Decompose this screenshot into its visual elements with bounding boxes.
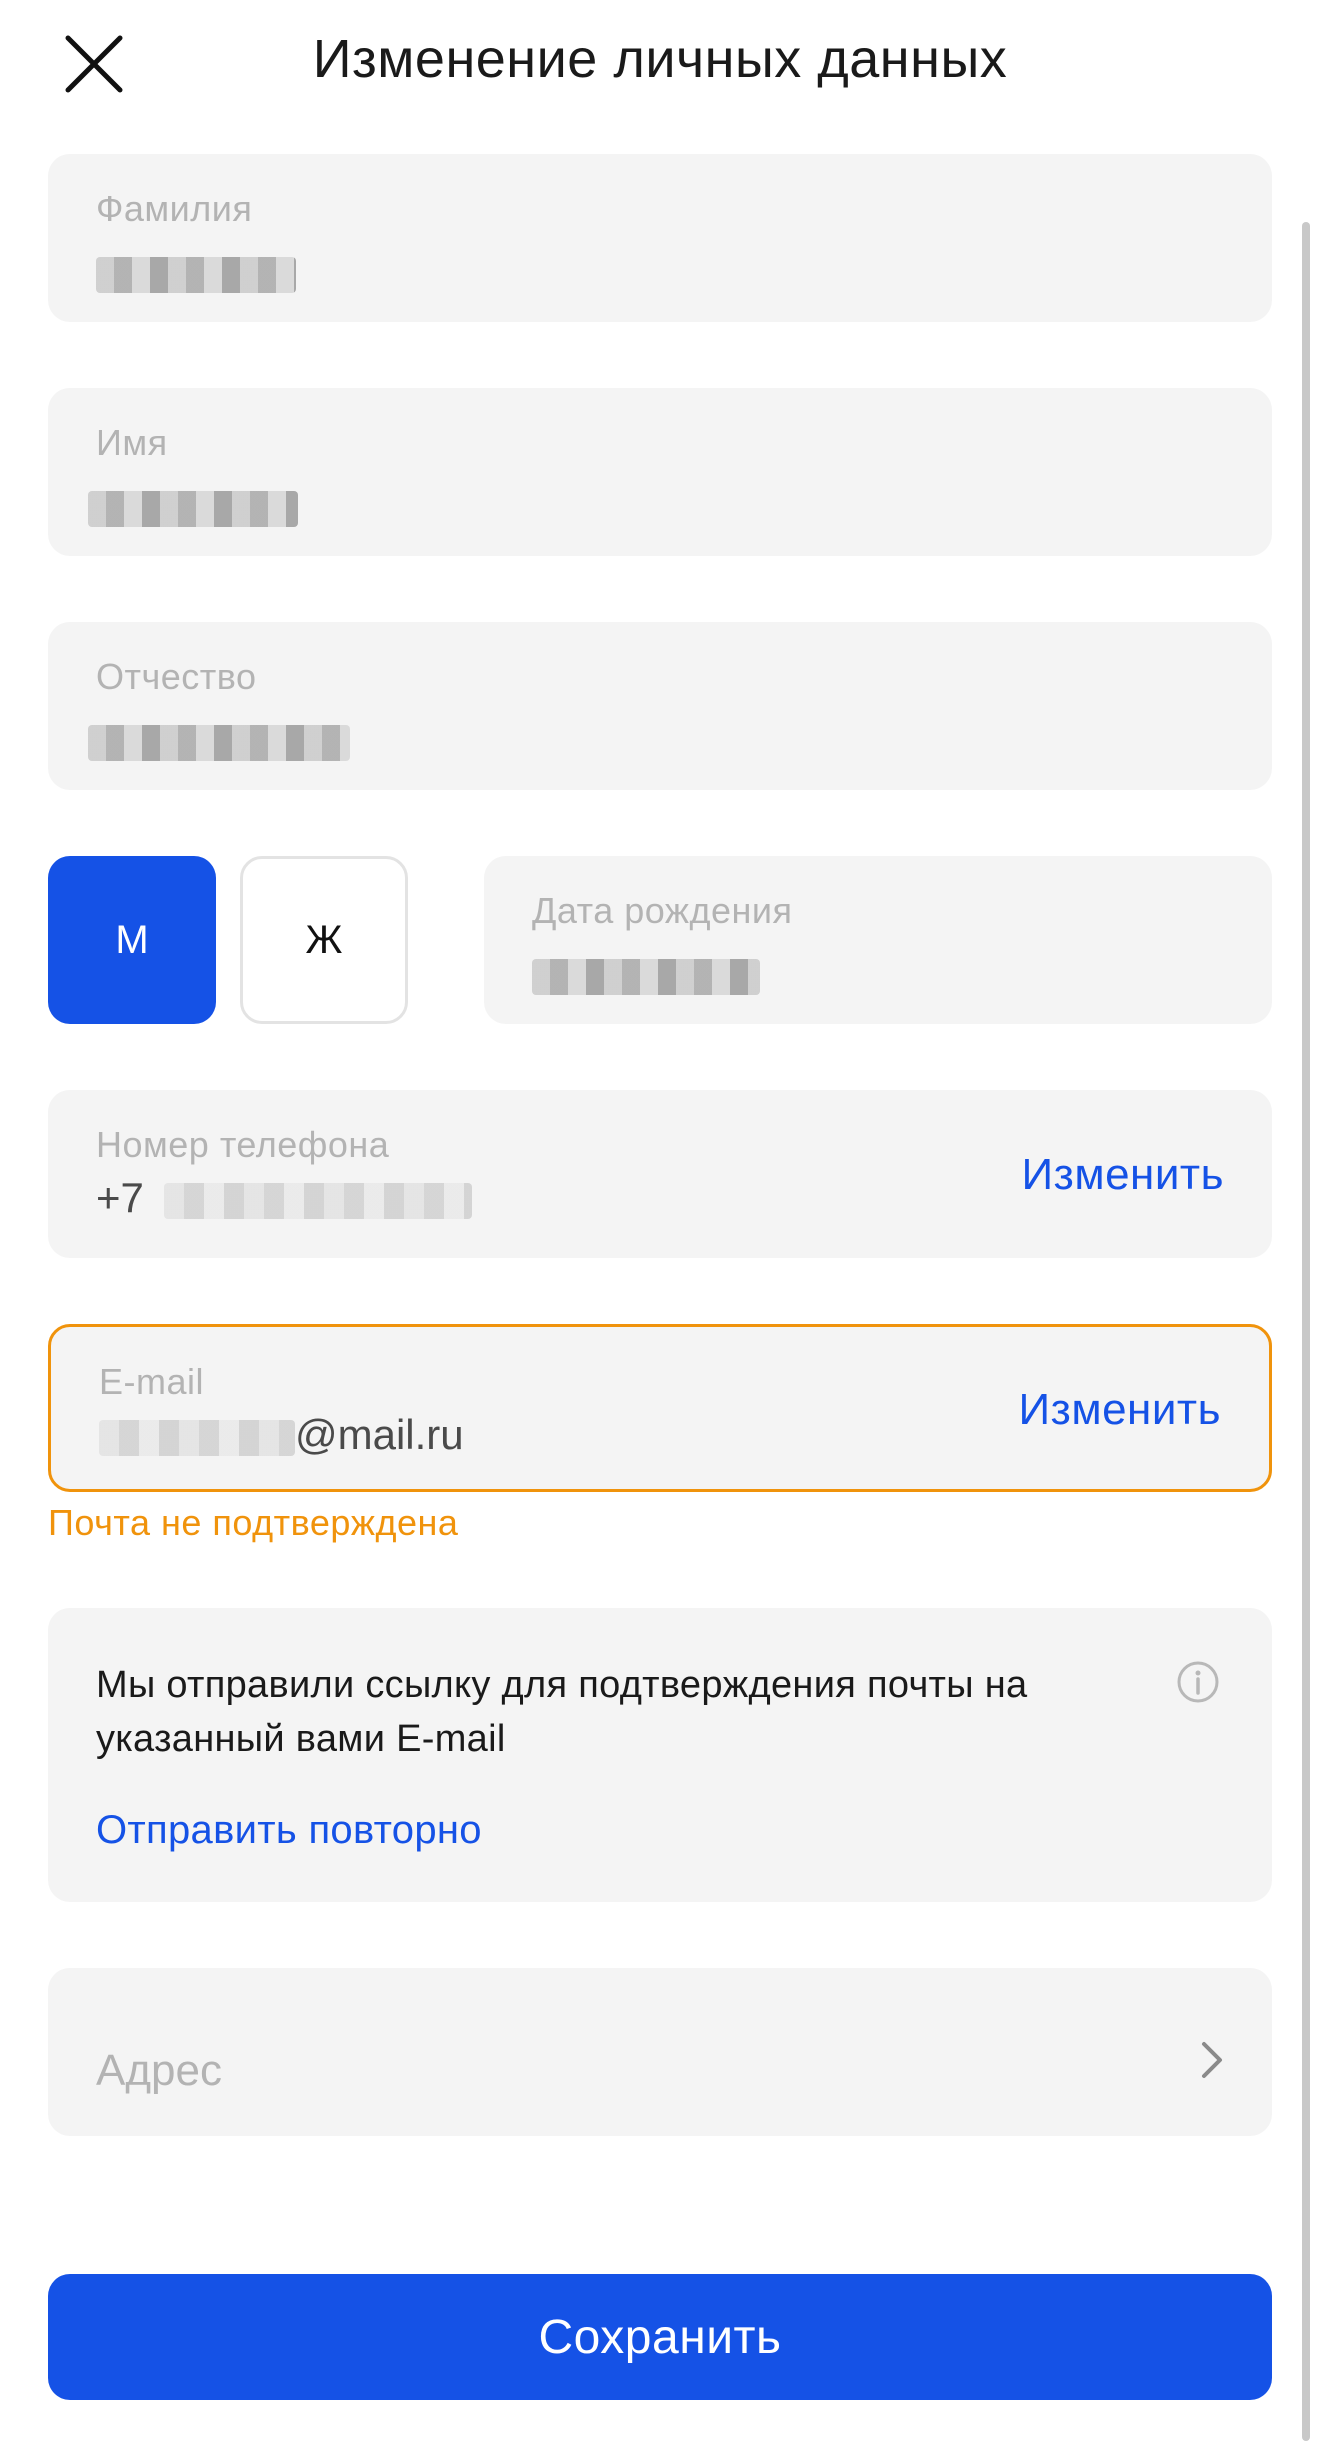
birth-date-label: Дата рождения <box>532 890 793 931</box>
first-name-label: Имя <box>96 422 168 463</box>
patronymic-label: Отчество <box>96 656 257 697</box>
phone-value: +7 <box>96 1174 472 1222</box>
change-email-button[interactable]: Изменить <box>1019 1385 1221 1435</box>
phone-label: Номер телефона <box>96 1124 390 1165</box>
gender-male-button[interactable]: М <box>48 856 216 1024</box>
header: Изменение личных данных <box>0 0 1320 128</box>
last-name-field[interactable]: Фамилия <box>48 154 1272 322</box>
email-warning: Почта не подтверждена <box>48 1502 459 1543</box>
first-name-field[interactable]: Имя <box>48 388 1272 556</box>
notice-text: Мы отправили ссылку для подтверждения по… <box>96 1664 1028 1760</box>
email-confirmation-notice: Мы отправили ссылку для подтверждения по… <box>48 1608 1272 1902</box>
first-name-value <box>88 482 298 530</box>
page-title: Изменение личных данных <box>312 29 1008 89</box>
resend-link[interactable]: Отправить повторно <box>96 1808 482 1853</box>
chevron-right-icon <box>1202 2042 1222 2078</box>
birth-date-value <box>532 950 760 998</box>
info-icon[interactable] <box>1176 1660 1220 1704</box>
address-placeholder: Адрес <box>96 2046 222 2095</box>
scrollbar[interactable] <box>1302 222 1310 2441</box>
gender-female-button[interactable]: Ж <box>240 856 408 1024</box>
address-field[interactable]: Адрес <box>48 1968 1272 2136</box>
email-domain: @mail.ru <box>295 1411 464 1458</box>
email-value: @mail.ru <box>99 1411 464 1459</box>
birth-date-field[interactable]: Дата рождения <box>484 856 1272 1024</box>
last-name-label: Фамилия <box>96 188 253 229</box>
phone-prefix: +7 <box>96 1174 144 1221</box>
patronymic-value <box>88 716 350 764</box>
phone-field[interactable]: Номер телефона +7 Изменить <box>48 1090 1272 1258</box>
save-button[interactable]: Сохранить <box>48 2274 1272 2400</box>
last-name-value <box>96 248 296 296</box>
patronymic-field[interactable]: Отчество <box>48 622 1272 790</box>
email-label: E-mail <box>99 1361 205 1402</box>
change-phone-button[interactable]: Изменить <box>1022 1150 1224 1200</box>
email-field[interactable]: E-mail @mail.ru Изменить <box>48 1324 1272 1492</box>
